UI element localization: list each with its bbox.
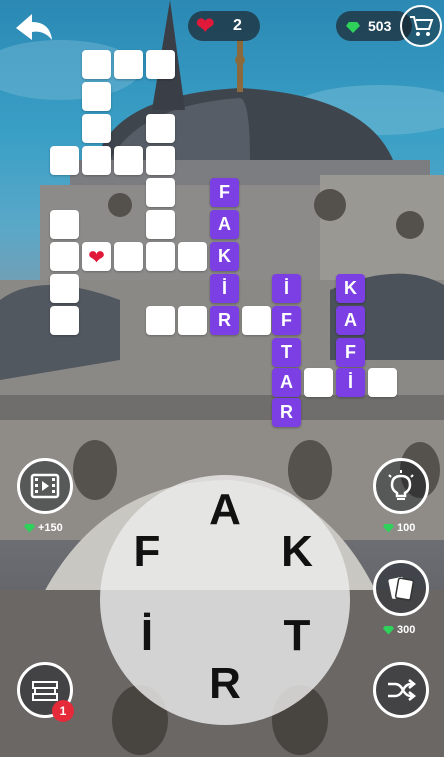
grid-cell-empty bbox=[82, 82, 111, 111]
watch-video-button[interactable] bbox=[17, 458, 73, 514]
video-reward-label: +150 bbox=[24, 522, 63, 534]
grid-cell-empty bbox=[146, 178, 175, 207]
grid-cell-empty bbox=[82, 50, 111, 79]
grid-cell-empty bbox=[114, 50, 143, 79]
grid-cell-empty bbox=[82, 114, 111, 143]
gem-icon bbox=[346, 22, 360, 33]
gem-icon bbox=[24, 523, 35, 533]
heart-bonus-icon: ❤ bbox=[88, 244, 105, 269]
grid-cell-letter: A bbox=[272, 368, 301, 397]
heart-icon: ❤ bbox=[196, 13, 215, 38]
grid-cell-empty bbox=[146, 114, 175, 143]
grid-cell-letter: R bbox=[272, 398, 301, 427]
grid-cell-empty bbox=[50, 146, 79, 175]
shopping-cart-icon bbox=[410, 16, 434, 36]
grid-cell-empty bbox=[304, 368, 333, 397]
grid-cell-letter: A bbox=[210, 210, 239, 239]
reveal-cost-value: 300 bbox=[397, 624, 416, 636]
cards-icon bbox=[388, 576, 415, 601]
grid-cell-empty bbox=[146, 146, 175, 175]
grid-cell-empty bbox=[146, 210, 175, 239]
grid-cell-heart: ❤ bbox=[82, 242, 111, 271]
grid-cell-empty bbox=[146, 242, 175, 271]
wheel-letter[interactable]: T bbox=[272, 611, 322, 661]
grid-cell-empty bbox=[114, 242, 143, 271]
video-film-icon bbox=[30, 473, 60, 499]
grid-cell-letter: İ bbox=[272, 274, 301, 303]
lightbulb-icon bbox=[388, 470, 414, 500]
hint-cost-value: 100 bbox=[397, 522, 416, 534]
grid-cell-empty bbox=[50, 210, 79, 239]
wheel-letter[interactable]: A bbox=[200, 485, 250, 535]
wheel-letter[interactable]: K bbox=[272, 527, 322, 577]
grid-cell-letter: K bbox=[336, 274, 365, 303]
books-icon bbox=[32, 681, 58, 701]
grid-cell-empty bbox=[50, 306, 79, 335]
reveal-cost-label: 300 bbox=[383, 624, 415, 636]
grid-cell-empty bbox=[242, 306, 271, 335]
grid-cell-letter: A bbox=[336, 306, 365, 335]
grid-cell-letter: F bbox=[210, 178, 239, 207]
grid-cell-letter: F bbox=[272, 306, 301, 335]
wheel-letter[interactable]: R bbox=[200, 659, 250, 709]
hint-button[interactable] bbox=[373, 458, 429, 514]
wheel-letter[interactable]: İ bbox=[122, 611, 172, 661]
hint-cost-label: 100 bbox=[383, 522, 415, 534]
grid-cell-empty bbox=[368, 368, 397, 397]
reveal-cards-button[interactable] bbox=[373, 560, 429, 616]
grid-cell-letter: R bbox=[210, 306, 239, 335]
grid-cell-empty bbox=[146, 50, 175, 79]
grid-cell-empty bbox=[50, 274, 79, 303]
lives-counter: ❤ 2 bbox=[188, 11, 260, 41]
grid-cell-letter: F bbox=[336, 338, 365, 367]
shuffle-icon bbox=[388, 679, 416, 701]
shop-button[interactable] bbox=[400, 5, 442, 47]
grid-cell-empty bbox=[146, 306, 175, 335]
video-reward-value: +150 bbox=[38, 522, 63, 534]
grid-cell-empty bbox=[50, 242, 79, 271]
grid-cell-letter: K bbox=[210, 242, 239, 271]
grid-cell-letter: T bbox=[272, 338, 301, 367]
gem-icon bbox=[383, 625, 394, 635]
notification-badge: 1 bbox=[52, 700, 74, 722]
grid-cell-empty bbox=[178, 306, 207, 335]
lives-count: 2 bbox=[233, 17, 242, 34]
wheel-letter[interactable]: F bbox=[122, 527, 172, 577]
shuffle-button[interactable] bbox=[373, 662, 429, 718]
grid-cell-letter: İ bbox=[210, 274, 239, 303]
back-button[interactable] bbox=[12, 10, 56, 44]
grid-cell-empty bbox=[178, 242, 207, 271]
grid-cell-letter: İ bbox=[336, 368, 365, 397]
grid-cell-empty bbox=[114, 146, 143, 175]
gem-count: 503 bbox=[368, 18, 392, 34]
back-arrow-icon bbox=[16, 14, 52, 40]
gem-icon bbox=[383, 523, 394, 533]
letter-wheel[interactable]: A K T R İ F bbox=[100, 475, 350, 725]
grid-cell-empty bbox=[82, 146, 111, 175]
